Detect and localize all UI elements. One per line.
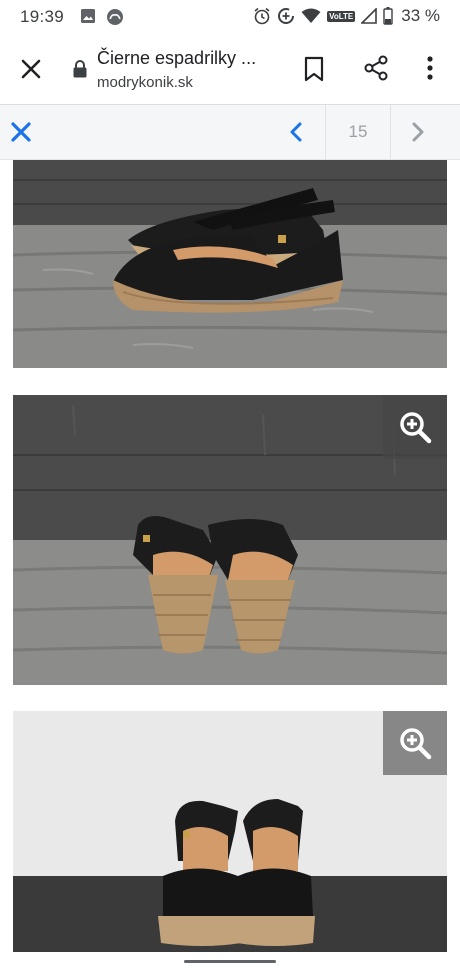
photo-front-view[interactable] — [13, 711, 447, 952]
zoom-button[interactable] — [383, 395, 447, 459]
share-icon — [364, 55, 388, 81]
gallery-icon — [81, 9, 95, 23]
gallery-close-button[interactable] — [10, 121, 32, 148]
app-notification-icon — [107, 9, 123, 25]
gallery-header: 15 — [0, 105, 460, 160]
wifi-icon — [301, 8, 321, 23]
zoom-in-icon — [400, 728, 432, 760]
battery-icon — [383, 7, 393, 25]
zoom-button[interactable] — [383, 711, 447, 775]
volte-badge: VoLTE — [327, 10, 356, 22]
photo-counter: 15 — [348, 122, 368, 141]
close-tab-button[interactable] — [16, 54, 46, 84]
close-icon — [11, 122, 31, 142]
photo-side-view[interactable] — [13, 160, 447, 368]
close-icon — [21, 59, 41, 79]
more-vert-icon — [427, 56, 433, 80]
shoe-front-image — [13, 711, 447, 952]
next-photo-button[interactable] — [410, 122, 426, 147]
zoom-in-icon — [400, 412, 432, 444]
browser-toolbar: Čierne espadrilky ... modrykonik.sk — [0, 34, 460, 105]
status-time: 19:39 — [20, 7, 65, 26]
status-bar: 19:39 VoLTE 33 % — [0, 0, 460, 34]
signal-icon — [361, 8, 378, 24]
lock-icon — [73, 60, 87, 78]
chevron-right-icon — [412, 122, 424, 142]
data-saver-icon — [278, 8, 295, 24]
previous-photo-button[interactable] — [288, 122, 304, 147]
battery-level: 33 % — [401, 6, 440, 25]
more-options-button[interactable] — [420, 55, 440, 86]
page-title[interactable]: Čierne espadrilky ... — [97, 48, 256, 69]
alarm-icon — [254, 7, 270, 25]
share-button[interactable] — [362, 54, 390, 87]
shoe-side-image — [13, 160, 447, 368]
bookmark-button[interactable] — [302, 56, 326, 87]
page-domain[interactable]: modrykonik.sk — [97, 74, 193, 91]
navigation-gesture-bar[interactable] — [184, 960, 276, 963]
shoe-back-image — [13, 395, 447, 685]
chevron-left-icon — [290, 122, 302, 142]
photo-back-view[interactable] — [13, 395, 447, 685]
bookmark-icon — [304, 56, 324, 82]
